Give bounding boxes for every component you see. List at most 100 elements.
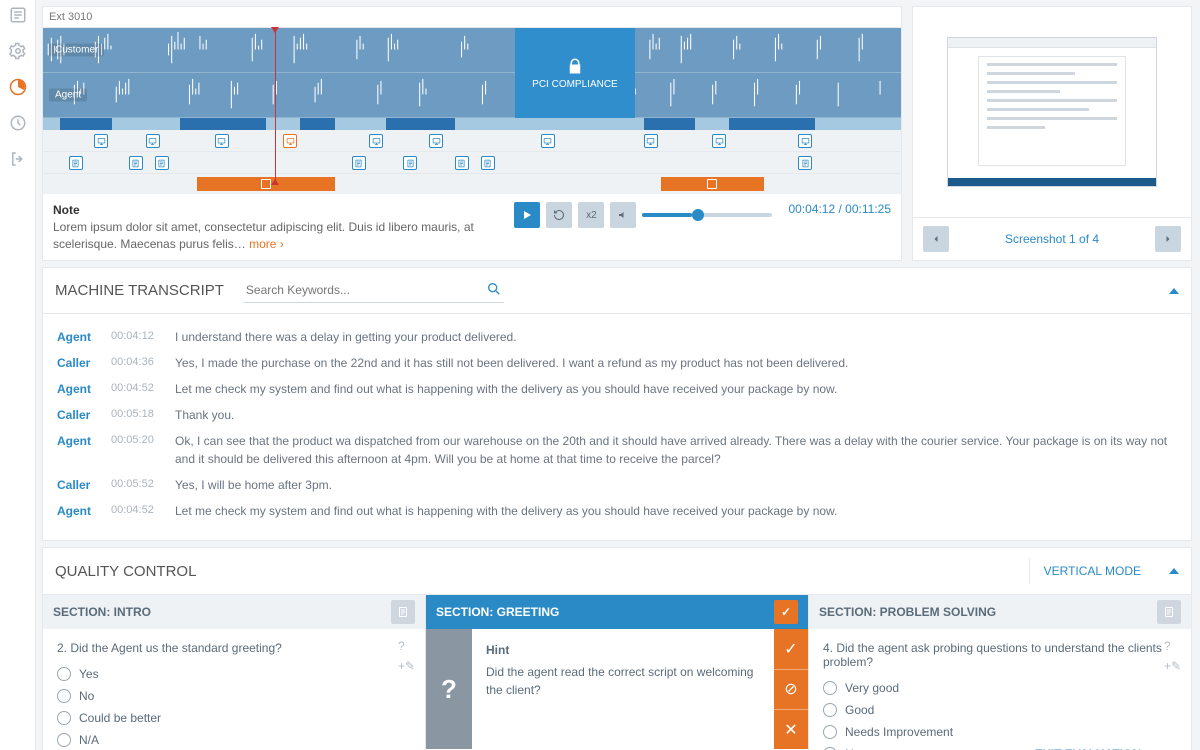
notes-icon[interactable] <box>391 600 415 624</box>
hint-close-button[interactable]: ✕ <box>774 710 808 749</box>
screen-marker-icon[interactable] <box>146 134 160 148</box>
transcript-text: Let me check my system and find out what… <box>175 380 1177 398</box>
screen-marker-icon[interactable] <box>798 134 812 148</box>
checklist-icon[interactable] <box>9 6 27 24</box>
note-marker-icon[interactable] <box>455 156 469 170</box>
screen-marker-icon[interactable] <box>94 134 108 148</box>
time-current: 00:04:12 <box>788 202 835 216</box>
transcript-speaker: Agent <box>57 502 101 520</box>
radio-icon <box>57 689 71 703</box>
transcript-panel: MACHINE TRANSCRIPT Agent00:04:12I unders… <box>42 267 1192 541</box>
track-label-customer: Customer <box>49 44 104 57</box>
speed-button[interactable]: x2 <box>578 202 604 228</box>
qc-option-label: N/A <box>79 733 99 747</box>
transcript-timestamp: 00:05:52 <box>111 476 165 494</box>
note-marker-icon[interactable] <box>798 156 812 170</box>
screenshot-next-button[interactable] <box>1155 226 1181 252</box>
transcript-text: I understand there was a delay in gettin… <box>175 328 1177 346</box>
note-marker-icon[interactable] <box>403 156 417 170</box>
notes-icon[interactable] <box>1157 600 1181 624</box>
transcript-header: MACHINE TRANSCRIPT <box>43 268 1191 314</box>
transcript-timestamp: 00:05:18 <box>111 406 165 424</box>
logout-icon[interactable] <box>9 150 27 168</box>
replay-button[interactable] <box>546 202 572 228</box>
note-marker-icon[interactable] <box>129 156 143 170</box>
audio-player: Ext 3010 Customer Age <box>42 6 902 261</box>
qc-option[interactable]: Could be better <box>57 711 411 725</box>
qc-card-title: SECTION: GREETING <box>436 605 559 619</box>
qc-option-label: Yes <box>79 667 99 681</box>
note-marker-icon[interactable] <box>481 156 495 170</box>
qc-option-label: Could be better <box>79 711 161 725</box>
waveform-agent: Agent <box>43 73 901 118</box>
progress-slider[interactable] <box>642 213 772 217</box>
help-icon[interactable]: ? <box>1164 639 1181 653</box>
screen-marker-icon[interactable] <box>369 134 383 148</box>
qc-option[interactable]: No <box>57 689 411 703</box>
add-note-icon[interactable]: +✎ <box>398 659 415 673</box>
transcript-speaker: Caller <box>57 354 101 372</box>
qc-card-problem: SECTION: PROBLEM SOLVING ? +✎ 4. Did the… <box>809 595 1191 750</box>
search-icon[interactable] <box>486 281 502 297</box>
screenshot-prev-button[interactable] <box>923 226 949 252</box>
transcript-timestamp: 00:05:20 <box>111 432 165 468</box>
segment-bar <box>43 118 901 130</box>
screen-marker-icon[interactable] <box>283 134 297 148</box>
playhead[interactable] <box>275 28 276 184</box>
play-button[interactable] <box>514 202 540 228</box>
time-display: 00:04:12 / 00:11:25 <box>788 202 891 216</box>
collapse-qc-icon[interactable] <box>1169 568 1179 574</box>
screen-marker-icon[interactable] <box>541 134 555 148</box>
search-input[interactable] <box>244 278 504 303</box>
note-marker-icon[interactable] <box>155 156 169 170</box>
qc-card-intro: SECTION: INTRO ? +✎ 2. Did the Agent us … <box>43 595 426 750</box>
note-more-link[interactable]: more › <box>249 237 284 251</box>
volume-button[interactable] <box>610 202 636 228</box>
screen-marker-icon[interactable] <box>644 134 658 148</box>
qc-option-label: Needs Improvement <box>845 725 953 739</box>
qc-card-head-problem: SECTION: PROBLEM SOLVING <box>809 595 1191 629</box>
qc-option[interactable]: Good <box>823 703 1177 717</box>
qc-option[interactable]: Needs Improvement <box>823 725 1177 739</box>
transcript-line: Agent00:04:12I understand there was a de… <box>57 324 1177 350</box>
note-marker-icon[interactable] <box>352 156 366 170</box>
transcript-text: Thank you. <box>175 406 1177 424</box>
transcript-timestamp: 00:04:36 <box>111 354 165 372</box>
qc-option[interactable]: Very good <box>823 681 1177 695</box>
transcript-speaker: Agent <box>57 328 101 346</box>
hint-body: Did the agent read the correct script on… <box>486 663 760 699</box>
radio-icon <box>57 733 71 747</box>
hint-question-icon: ? <box>426 629 472 749</box>
player-controls: x2 <box>514 202 772 228</box>
gear-icon[interactable] <box>9 42 27 60</box>
waveform-area[interactable]: Customer Agent <box>43 28 901 118</box>
check-icon[interactable]: ✓ <box>774 600 798 624</box>
screen-marker-icon[interactable] <box>712 134 726 148</box>
collapse-transcript-icon[interactable] <box>1169 288 1179 294</box>
qc-card-head-greeting: SECTION: GREETING ✓ <box>426 595 808 629</box>
hint-skip-button[interactable]: ⊘ <box>774 670 808 710</box>
event-block[interactable] <box>197 177 334 191</box>
vertical-mode-button[interactable]: VERTICAL MODE <box>1029 558 1155 584</box>
hint-title: Hint <box>486 641 760 659</box>
waveform-customer: Customer <box>43 28 901 73</box>
add-note-icon[interactable]: +✎ <box>1164 659 1181 673</box>
clock-icon[interactable] <box>9 114 27 132</box>
screen-marker-icon[interactable] <box>215 134 229 148</box>
transcript-speaker: Caller <box>57 406 101 424</box>
screenshot-thumb[interactable] <box>947 37 1157 187</box>
pie-chart-icon[interactable] <box>9 78 27 96</box>
radio-icon <box>823 703 837 717</box>
qc-option-label: Good <box>845 703 874 717</box>
transcript-title: MACHINE TRANSCRIPT <box>55 282 224 299</box>
qc-option[interactable]: N/A <box>57 733 411 747</box>
screenshot-nav: Screenshot 1 of 4 <box>913 217 1191 260</box>
hint-accept-button[interactable]: ✓ <box>774 629 808 669</box>
qc-card-head-intro: SECTION: INTRO <box>43 595 425 629</box>
note-marker-icon[interactable] <box>69 156 83 170</box>
qc-option-label: No <box>79 689 94 703</box>
screen-marker-icon[interactable] <box>429 134 443 148</box>
help-icon[interactable]: ? <box>398 639 415 653</box>
qc-option[interactable]: Yes <box>57 667 411 681</box>
event-block[interactable] <box>661 177 764 191</box>
